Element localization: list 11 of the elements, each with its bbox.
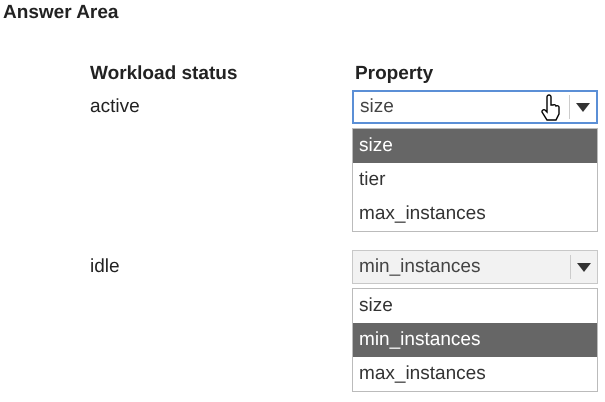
- caret-icon[interactable]: [577, 262, 591, 272]
- status-label: active: [90, 96, 140, 117]
- column-header: Property: [355, 63, 434, 84]
- dropdown-select[interactable]: min_instances: [352, 250, 598, 284]
- dropdown-option[interactable]: size: [353, 129, 597, 163]
- caret-icon[interactable]: [576, 102, 590, 112]
- dropdown-option[interactable]: min_instances: [353, 323, 597, 357]
- dropdown-select[interactable]: size: [352, 90, 598, 124]
- status-label: idle: [90, 256, 120, 277]
- column-header: Workload status: [90, 63, 238, 84]
- section-title: Answer Area: [3, 1, 118, 25]
